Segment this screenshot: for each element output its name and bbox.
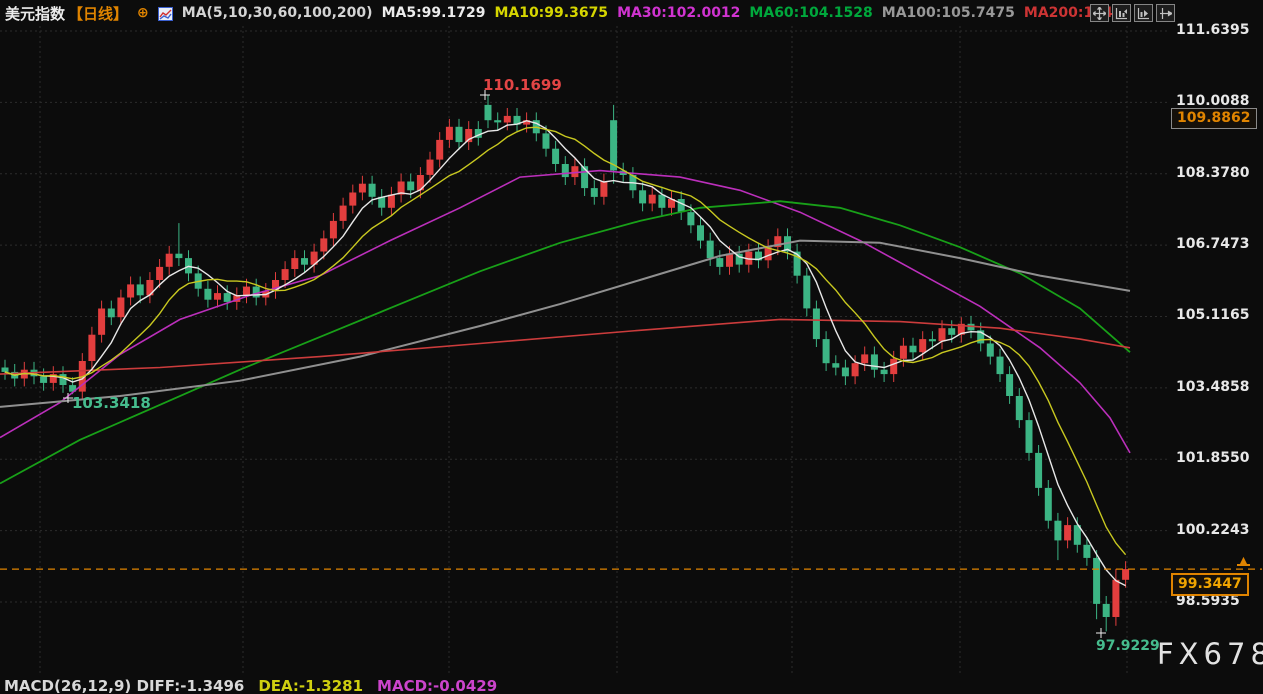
legend-ma30: MA30:102.0012 xyxy=(617,5,740,21)
add-overlay-icon[interactable]: ⊕ xyxy=(137,5,149,21)
legend-ma5: MA5:99.1729 xyxy=(382,5,486,21)
zoom-out-icon[interactable] xyxy=(1112,4,1131,22)
chart-header: 美元指数 【日线】 ⊕ MA(5,10,30,60,100,200) MA5:9… xyxy=(5,3,1113,23)
swing-low-annotation: 103.3418 xyxy=(72,394,151,412)
ma10-line xyxy=(5,127,1126,555)
y-axis-tick-label: 108.3780 xyxy=(1176,165,1250,181)
price-alert-arrow-icon: ▲ xyxy=(1237,556,1250,566)
last-price-label: 99.3447 xyxy=(1171,573,1249,596)
y-axis-tick-label: 110.0088 xyxy=(1176,93,1250,109)
legend-ma60: MA60:104.1528 xyxy=(749,5,872,21)
legend-ma100: MA100:105.7475 xyxy=(882,5,1015,21)
macd-dea-label: DEA:-1.3281 xyxy=(258,677,363,694)
candlestick-chart[interactable] xyxy=(0,0,1263,694)
y-axis-tick-label: 100.2243 xyxy=(1176,522,1250,538)
chart-toolbar xyxy=(1090,4,1175,22)
macd-value-label: MACD:-0.0429 xyxy=(377,677,497,694)
low-price-annotation: 97.9229 xyxy=(1096,638,1160,654)
macd-indicator-bar: MACD(26,12,9) DIFF:-1.3496 DEA:-1.3281 M… xyxy=(4,677,497,694)
candles-layer xyxy=(2,95,1130,631)
legend-ma10: MA10:99.3675 xyxy=(494,5,608,21)
period-label[interactable]: 【日线】 xyxy=(68,3,128,24)
v-gridlines xyxy=(40,26,1127,676)
macd-diff-label: MACD(26,12,9) DIFF:-1.3496 xyxy=(4,677,244,694)
ma5-line xyxy=(5,121,1126,586)
zoom-in-icon[interactable] xyxy=(1134,4,1153,22)
reference-price-label: 109.8862 xyxy=(1171,108,1257,129)
y-axis-tick-label: 106.7473 xyxy=(1176,236,1250,252)
y-axis-tick-label: 105.1165 xyxy=(1176,307,1250,323)
moving-averages-layer xyxy=(0,121,1130,586)
y-axis-tick-label: 111.6395 xyxy=(1176,22,1250,38)
pan-tool-icon[interactable] xyxy=(1090,4,1109,22)
symbol-name: 美元指数 xyxy=(5,3,65,24)
y-axis-tick-label: 101.8550 xyxy=(1176,450,1250,466)
candlestick-chart-icon[interactable] xyxy=(158,6,173,20)
go-to-latest-icon[interactable] xyxy=(1156,4,1175,22)
y-axis-tick-label: 103.4858 xyxy=(1176,379,1250,395)
high-price-annotation: 110.1699 xyxy=(483,76,562,94)
trading-chart-window: { "header": { "symbol": "美元指数", "period"… xyxy=(0,0,1263,694)
fx678-watermark: FX678 xyxy=(1157,637,1263,671)
ma-settings-label[interactable]: MA(5,10,30,60,100,200) xyxy=(182,5,373,21)
